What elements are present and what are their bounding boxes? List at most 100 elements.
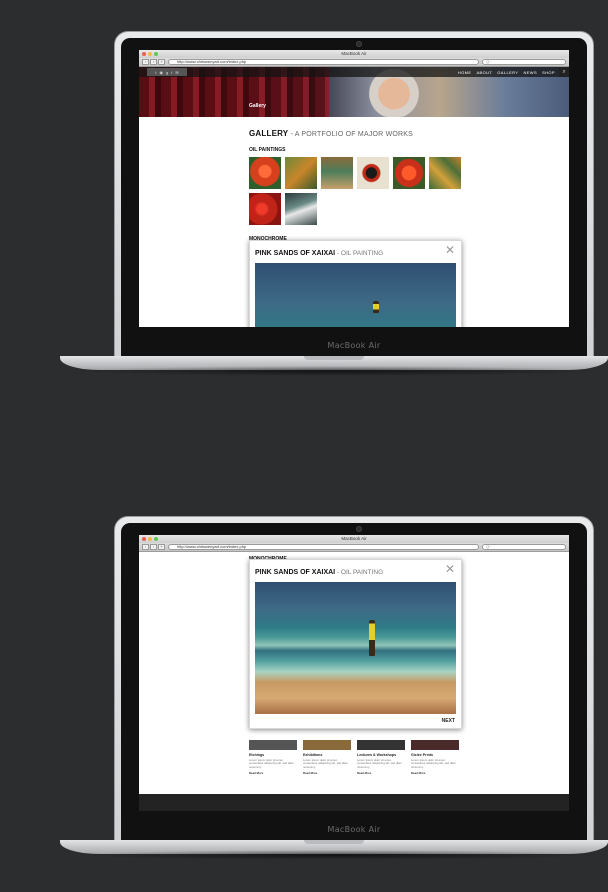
oil-thumbnails [249, 157, 569, 225]
laptop-brand: MacBook Air [327, 825, 381, 834]
minimize-window-icon[interactable] [148, 537, 152, 541]
laptop-lid: MacBook Air ‹ › + http://www.chriswenyar… [114, 516, 594, 842]
read-more-link[interactable]: Read More [303, 771, 351, 775]
forward-icon[interactable]: › [150, 59, 157, 65]
facebook-icon[interactable]: f [171, 70, 172, 75]
site-navbar: t ◉ g f ✉ HOME ABOUT GALLERY NEWS SHOP ⌕ [139, 67, 569, 77]
menu-item-news[interactable]: NEWS [523, 70, 537, 75]
zoom-window-icon[interactable] [154, 537, 158, 541]
feature-giclee: Giclee Prints Lorem ipsum dolor sit amet… [411, 740, 459, 775]
email-icon[interactable]: ✉ [175, 70, 178, 75]
feature-image [357, 740, 405, 750]
feature-title: Lectures & Workshops [357, 753, 397, 757]
read-more-link[interactable]: Read More [249, 771, 297, 775]
feature-title: Exhibitions [303, 753, 323, 757]
thumbnail[interactable] [249, 193, 281, 225]
feature-image [249, 740, 297, 750]
google-plus-icon[interactable]: g [166, 70, 168, 75]
thumbnail[interactable] [357, 157, 389, 189]
laptop-shadow [70, 850, 600, 860]
feature-image [303, 740, 351, 750]
figure-in-painting [373, 301, 379, 313]
browser-search-field[interactable]: Q~ [482, 544, 566, 550]
feature-columns: Etchings Lorem ipsum dolor sit amet, con… [249, 740, 459, 775]
rss-icon[interactable]: ◉ [159, 70, 163, 75]
browser-search-field[interactable]: Q~ [482, 59, 566, 65]
close-icon[interactable]: ✕ [445, 562, 455, 576]
feature-lectures: Lectures & Workshops Lorem ipsum dolor s… [357, 740, 405, 775]
page-title: GALLERY - A PORTFOLIO OF MAJOR WORKS [249, 129, 569, 138]
menu-item-shop[interactable]: SHOP [542, 70, 555, 75]
hero-label: Gallery [249, 103, 266, 109]
laptop-bezel: MacBook Air ‹ › + http://www.chriswenyar… [121, 38, 587, 357]
site-footer [139, 794, 569, 811]
painting-image [255, 582, 456, 714]
lightbox-subtitle: - OIL PAINTING [335, 569, 384, 576]
thumbnail[interactable] [429, 157, 461, 189]
url-bar[interactable]: http://www.chriswenyart.com/index.php [168, 59, 479, 65]
browser-titlebar: MacBook Air [139, 535, 569, 543]
zoom-window-icon[interactable] [154, 52, 158, 56]
lightbox-title: PINK SANDS OF XAIXAI - OIL PAINTING [255, 569, 383, 576]
window-controls[interactable] [142, 52, 158, 56]
menu-item-home[interactable]: HOME [458, 70, 472, 75]
laptop-bezel: MacBook Air ‹ › + http://www.chriswenyar… [121, 523, 587, 841]
feature-description: Lorem ipsum dolor sit amet, consectetur … [357, 758, 402, 769]
lightbox-title-text: PINK SANDS OF XAIXAI [255, 250, 336, 257]
twitter-icon[interactable]: t [155, 70, 156, 75]
laptop-shadow [70, 366, 600, 376]
back-icon[interactable]: ‹ [142, 59, 149, 65]
feature-title: Etchings [249, 753, 265, 757]
hero-banner: t ◉ g f ✉ HOME ABOUT GALLERY NEWS SHOP ⌕… [139, 67, 569, 117]
lightbox-title-text: PINK SANDS OF XAIXAI [255, 569, 336, 576]
add-tab-icon[interactable]: + [158, 544, 165, 550]
figure-in-painting [369, 620, 375, 656]
window-title: MacBook Air [341, 51, 367, 56]
feature-description: Lorem ipsum dolor sit amet, consectetur … [411, 758, 456, 769]
url-text: http://www.chriswenyart.com/index.php [177, 59, 247, 64]
menu-item-gallery[interactable]: GALLERY [497, 70, 518, 75]
gallery-content: GALLERY - A PORTFOLIO OF MAJOR WORKS OIL… [139, 117, 569, 242]
painting-image [255, 263, 456, 327]
window-controls[interactable] [142, 537, 158, 541]
nav-buttons: ‹ › + [142, 544, 165, 550]
painting-lightbox: PINK SANDS OF XAIXAI - OIL PAINTING ✕ NE… [249, 559, 462, 729]
laptop-notch [304, 356, 364, 360]
search-icon[interactable]: ⌕ [559, 67, 569, 77]
feature-description: Lorem ipsum dolor sit amet, consectetur … [303, 758, 348, 769]
browser-titlebar: MacBook Air [139, 50, 569, 58]
close-window-icon[interactable] [142, 52, 146, 56]
browser-toolbar: ‹ › + http://www.chriswenyart.com/index.… [139, 58, 569, 67]
forward-icon[interactable]: › [150, 544, 157, 550]
laptop-screen: MacBook Air ‹ › + http://www.chriswenyar… [139, 50, 569, 327]
thumbnail[interactable] [249, 157, 281, 189]
laptop-screen: MacBook Air ‹ › + http://www.chriswenyar… [139, 535, 569, 811]
camera-icon [356, 41, 362, 47]
main-menu: HOME ABOUT GALLERY NEWS SHOP [458, 70, 569, 75]
thumbnail[interactable] [393, 157, 425, 189]
menu-item-about[interactable]: ABOUT [476, 70, 492, 75]
thumbnail[interactable] [321, 157, 353, 189]
add-tab-icon[interactable]: + [158, 59, 165, 65]
page-title-text: GALLERY [249, 129, 289, 138]
back-icon[interactable]: ‹ [142, 544, 149, 550]
close-window-icon[interactable] [142, 537, 146, 541]
oil-paintings-heading: OIL PAINTINGS [249, 147, 286, 153]
laptop-brand: MacBook Air [327, 341, 381, 350]
page-subtitle: - A PORTFOLIO OF MAJOR WORKS [288, 131, 414, 138]
feature-image [411, 740, 459, 750]
minimize-window-icon[interactable] [148, 52, 152, 56]
lightbox-subtitle: - OIL PAINTING [335, 250, 384, 257]
feature-etchings: Etchings Lorem ipsum dolor sit amet, con… [249, 740, 297, 775]
camera-icon [356, 526, 362, 532]
url-bar[interactable]: http://www.chriswenyart.com/index.php [168, 544, 479, 550]
read-more-link[interactable]: Read More [357, 771, 405, 775]
read-more-link[interactable]: Read More [411, 771, 459, 775]
next-button[interactable]: NEXT [442, 718, 455, 724]
nav-buttons: ‹ › + [142, 59, 165, 65]
thumbnail[interactable] [285, 193, 317, 225]
feature-exhibitions: Exhibitions Lorem ipsum dolor sit amet, … [303, 740, 351, 775]
thumbnail[interactable] [285, 157, 317, 189]
feature-description: Lorem ipsum dolor sit amet, consectetur … [249, 758, 294, 769]
close-icon[interactable]: ✕ [445, 243, 455, 257]
